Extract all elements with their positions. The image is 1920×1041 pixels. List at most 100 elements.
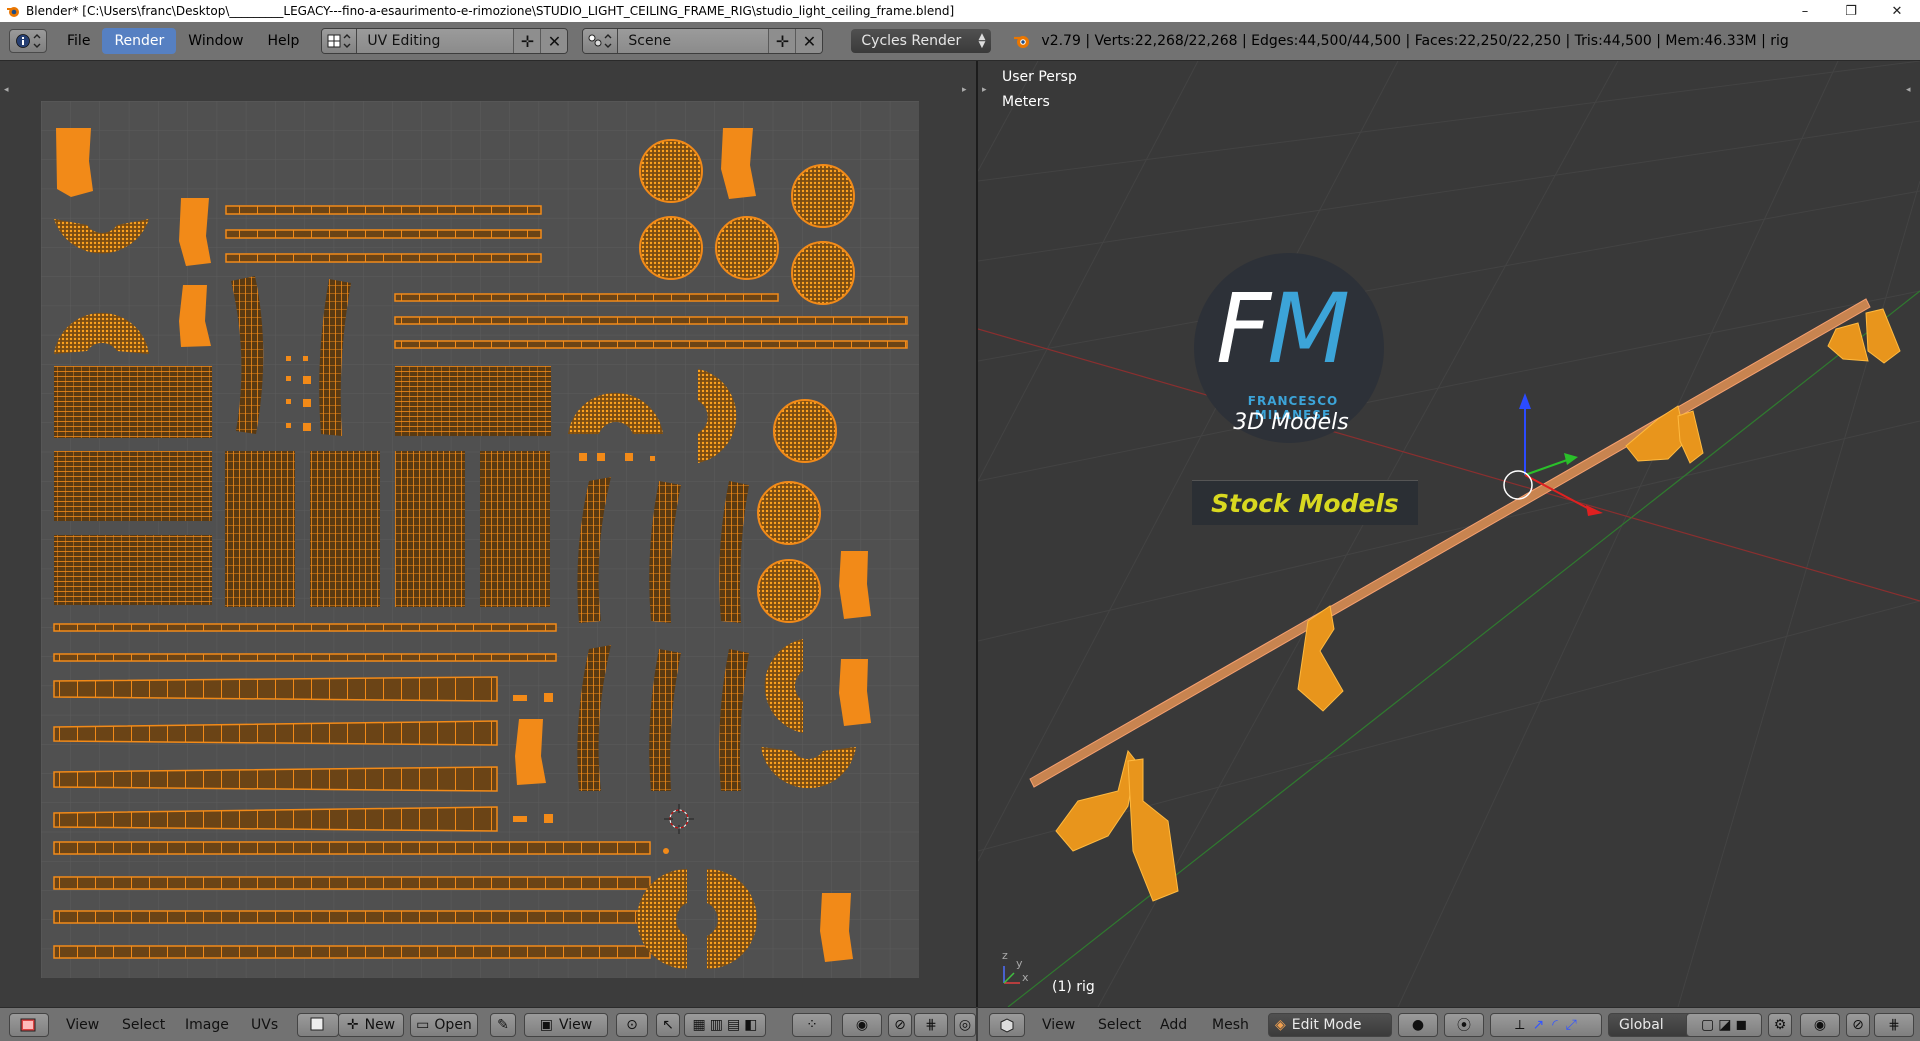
menu-select[interactable]: Select [122,1013,165,1037]
units-label: Meters [1002,94,1050,110]
select-vertex-icon: ▦ [692,1017,706,1033]
menu-add[interactable]: Add [1160,1013,1187,1037]
screen-layout-name[interactable]: UV Editing [357,29,514,53]
editor-type-button[interactable] [989,1013,1025,1037]
uv-island [480,451,550,607]
remove-scene-icon[interactable]: ✕ [795,29,823,53]
snap-toggle-button[interactable]: ⊘ [1846,1013,1870,1037]
menu-image[interactable]: Image [185,1013,229,1037]
viewport-shading-dropdown[interactable]: ● [1398,1013,1438,1037]
uv-island [820,893,853,962]
menu-uvs[interactable]: UVs [251,1013,278,1037]
3d-viewport[interactable]: ▸ ◂ User Persp Meters (1) rig z x y FM F… [978,61,1920,1007]
uv-select-mode-group[interactable]: ▦ ▥ ▤ ◧ [684,1013,766,1037]
scene-selector[interactable]: Scene ✛ ✕ [582,28,824,54]
snap-element-dropdown[interactable]: ⋕ [1874,1013,1914,1037]
snap-increment-icon: ⋕ [1888,1017,1900,1033]
render-engine-dropdown[interactable]: Cycles Render ▲ ▼ [851,29,992,53]
uv-image-editor[interactable]: ◂ ▸ [0,61,976,1007]
region-toggle-icon[interactable]: ▸ [962,85,972,95]
menu-select[interactable]: Select [1098,1013,1141,1037]
manipulator-group[interactable]: ⟂ ↗ ◜ ⤢ [1490,1013,1602,1037]
proportional-edit-dropdown[interactable]: ◉ [1800,1013,1840,1037]
uv-island [53,945,651,959]
menu-mesh[interactable]: Mesh [1212,1013,1249,1037]
uv-island [395,366,551,436]
interaction-mode-dropdown[interactable]: ◈ Edit Mode [1268,1013,1392,1037]
menu-render[interactable]: Render [102,28,177,54]
remove-screen-icon[interactable]: ✕ [540,29,568,53]
view-mode-dropdown[interactable]: ▣ View [524,1013,608,1037]
add-scene-icon[interactable]: ✛ [768,29,796,53]
pivot-point-button[interactable]: ⊙ [616,1013,648,1037]
uv-island [544,814,553,823]
proportional-edit-dropdown[interactable]: ◉ [842,1013,882,1037]
axis-y-label: y [1016,957,1023,970]
sync-selection-button[interactable]: ↖ [656,1013,680,1037]
uv-island [303,376,311,384]
pivot-icon: ⊙ [626,1017,638,1033]
uv-island [56,128,93,197]
uv-grid-canvas[interactable] [41,101,919,978]
scale-icon: ⤢ [1565,1017,1577,1033]
transform-orientation-dropdown[interactable]: Global [1608,1013,1694,1037]
uv-island [303,356,308,361]
uv-island [639,216,703,280]
uv-island [791,241,855,305]
snap-toggle-button[interactable]: ⊘ [888,1013,912,1037]
occlude-geometry-button[interactable]: ⚙ [1768,1013,1792,1037]
scene-name[interactable]: Scene [618,29,769,53]
menu-view[interactable]: View [66,1013,99,1037]
close-button[interactable]: ✕ [1874,0,1920,22]
uv-island [639,139,703,203]
uv-island [286,376,291,381]
uv-island [791,164,855,228]
edge-select-icon: ◪ [1718,1017,1732,1033]
proportional-icon: ◉ [855,1017,869,1033]
sticky-selection-dropdown[interactable]: ⁘ [792,1013,832,1037]
region-toggle-icon[interactable]: ◂ [4,85,14,95]
view-mode-icon: ▣ [539,1017,553,1033]
add-screen-icon[interactable]: ✛ [513,29,541,53]
active-object-label: (1) rig [1052,979,1095,995]
uv-island [394,316,908,325]
render-slot-button[interactable]: ◎ [954,1013,976,1037]
watermark-logo: FM [1216,273,1350,385]
screen-layout-icon[interactable] [322,29,358,53]
editor-type-button[interactable] [9,29,47,53]
maximize-button[interactable]: ❐ [1828,0,1874,22]
editor-type-button[interactable] [9,1013,49,1037]
scene-statistics: v2.79 | Verts:22,268/22,268 | Edges:44,5… [1013,32,1789,50]
image-editor-icon [20,1018,36,1032]
uv-island [53,623,557,632]
new-image-button[interactable]: ✛ New [338,1013,404,1037]
solid-shading-icon: ● [1411,1017,1425,1033]
region-toggle-icon[interactable]: ▸ [982,85,992,95]
uv-island [286,356,291,361]
scene-icon[interactable] [583,29,619,53]
open-image-label: Open [434,1017,472,1033]
menu-file[interactable]: File [55,29,102,53]
uv-island [53,841,651,855]
window-title: Blender* [C:\Users\franc\Desktop\_______… [26,4,955,18]
transform-gizmo[interactable] [1503,393,1603,516]
open-image-button[interactable]: ▭ Open [410,1013,478,1037]
3d-view-icon [1000,1018,1014,1033]
stats-text: v2.79 | Verts:22,268/22,268 | Edges:44,5… [1041,33,1789,49]
menu-view[interactable]: View [1042,1013,1075,1037]
menu-help[interactable]: Help [255,29,311,53]
occlude-icon: ⚙ [1773,1017,1787,1033]
snap-element-dropdown[interactable]: ⋕ [914,1013,948,1037]
minimize-button[interactable]: – [1782,0,1828,22]
view-name-label: User Persp [1002,69,1077,85]
mesh-select-mode-group[interactable]: ▢ ◪ ◼ [1686,1013,1762,1037]
uv-island [54,366,212,438]
pivot-point-dropdown[interactable]: ⦿ [1444,1013,1484,1037]
menu-window[interactable]: Window [176,29,255,53]
pin-image-button[interactable]: ✎ [490,1013,516,1037]
region-toggle-icon[interactable]: ◂ [1906,85,1916,95]
window-controls: – ❐ ✕ [1782,0,1920,22]
screen-layout-selector[interactable]: UV Editing ✛ ✕ [321,28,569,54]
uv-island [225,229,542,239]
image-browse-button[interactable] [297,1013,339,1037]
